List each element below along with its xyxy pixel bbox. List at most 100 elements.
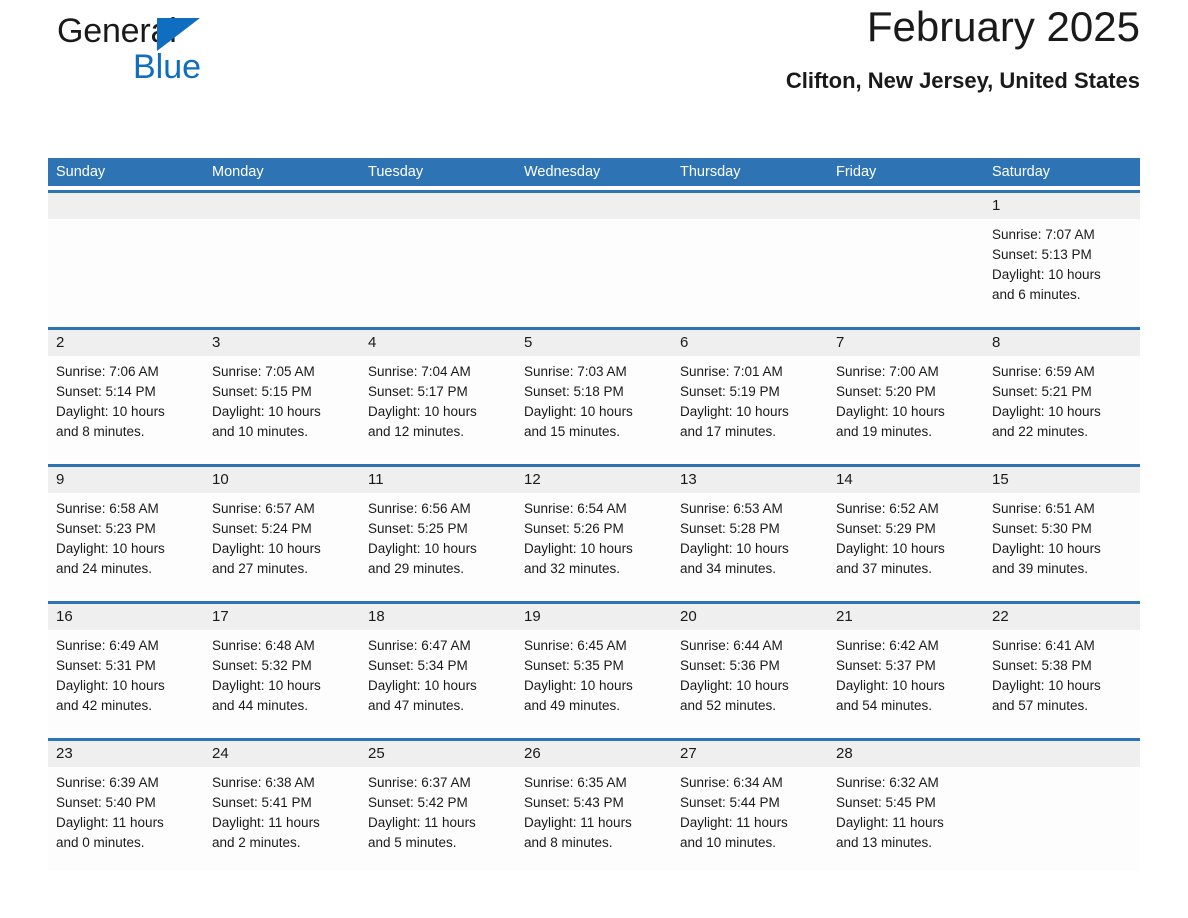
day-cell[interactable] [516,219,672,323]
day-cell[interactable]: Sunrise: 6:44 AM Sunset: 5:36 PM Dayligh… [672,630,828,734]
week-date-band: 16 17 18 19 20 21 22 [48,604,1140,630]
day-cell[interactable]: Sunrise: 7:06 AM Sunset: 5:14 PM Dayligh… [48,356,204,460]
logo-triangle-icon [157,18,200,51]
daylight-text-line1: Daylight: 10 hours [56,541,165,556]
day-number: 13 [680,471,697,488]
daylight-text-line2: and 39 minutes. [992,561,1089,576]
day-cell[interactable]: Sunrise: 7:07 AM Sunset: 5:13 PM Dayligh… [984,219,1140,323]
daylight-text-line1: Daylight: 10 hours [836,678,945,693]
sunset-text: Sunset: 5:19 PM [680,384,780,399]
sunset-text: Sunset: 5:42 PM [368,795,468,810]
daylight-text-line2: and 8 minutes. [56,424,145,439]
sunrise-text: Sunrise: 6:42 AM [836,638,939,653]
day-cell[interactable] [828,219,984,323]
daylight-text-line1: Daylight: 10 hours [56,404,165,419]
sunrise-text: Sunrise: 6:59 AM [992,364,1095,379]
day-cell[interactable]: Sunrise: 6:57 AM Sunset: 5:24 PM Dayligh… [204,493,360,597]
day-number: 9 [56,471,65,488]
calendar-grid: Sunday Monday Tuesday Wednesday Thursday… [48,158,1140,871]
daylight-text-line2: and 54 minutes. [836,698,933,713]
day-cell[interactable]: Sunrise: 6:53 AM Sunset: 5:28 PM Dayligh… [672,493,828,597]
daylight-text-line1: Daylight: 11 hours [56,815,164,830]
sunrise-text: Sunrise: 6:45 AM [524,638,627,653]
day-cell[interactable]: Sunrise: 6:51 AM Sunset: 5:30 PM Dayligh… [984,493,1140,597]
day-number: 21 [836,608,853,625]
sunrise-text: Sunrise: 6:44 AM [680,638,783,653]
day-cell[interactable]: Sunrise: 6:37 AM Sunset: 5:42 PM Dayligh… [360,767,516,871]
day-number: 28 [836,745,853,762]
sunrise-text: Sunrise: 6:34 AM [680,775,783,790]
daylight-text-line1: Daylight: 10 hours [680,404,789,419]
day-cell[interactable]: Sunrise: 6:47 AM Sunset: 5:34 PM Dayligh… [360,630,516,734]
day-cell[interactable]: Sunrise: 7:05 AM Sunset: 5:15 PM Dayligh… [204,356,360,460]
day-cell[interactable]: Sunrise: 6:54 AM Sunset: 5:26 PM Dayligh… [516,493,672,597]
day-cell[interactable]: Sunrise: 6:34 AM Sunset: 5:44 PM Dayligh… [672,767,828,871]
sunrise-text: Sunrise: 7:03 AM [524,364,627,379]
day-number: 18 [368,608,385,625]
sunset-text: Sunset: 5:44 PM [680,795,780,810]
sunrise-text: Sunrise: 6:48 AM [212,638,315,653]
day-cell[interactable]: Sunrise: 7:03 AM Sunset: 5:18 PM Dayligh… [516,356,672,460]
sunrise-text: Sunrise: 6:47 AM [368,638,471,653]
day-cell[interactable]: Sunrise: 6:41 AM Sunset: 5:38 PM Dayligh… [984,630,1140,734]
day-number [984,741,1140,767]
daylight-text-line2: and 24 minutes. [56,561,153,576]
sunrise-text: Sunrise: 6:39 AM [56,775,159,790]
week-row: 16 17 18 19 20 21 22 Sunrise: 6:49 AM Su… [48,601,1140,734]
daylight-text-line1: Daylight: 10 hours [992,267,1101,282]
day-number [828,193,984,219]
day-cell[interactable] [204,219,360,323]
sunrise-text: Sunrise: 6:56 AM [368,501,471,516]
day-cell[interactable]: Sunrise: 7:01 AM Sunset: 5:19 PM Dayligh… [672,356,828,460]
sunrise-text: Sunrise: 6:58 AM [56,501,159,516]
week-body-row: Sunrise: 6:58 AM Sunset: 5:23 PM Dayligh… [48,493,1140,597]
title-block: February 2025 Clifton, New Jersey, Unite… [786,0,1140,92]
daylight-text-line1: Daylight: 10 hours [992,541,1101,556]
day-cell[interactable]: Sunrise: 7:00 AM Sunset: 5:20 PM Dayligh… [828,356,984,460]
weekday-header-friday: Friday [836,164,877,180]
day-cell[interactable]: Sunrise: 6:48 AM Sunset: 5:32 PM Dayligh… [204,630,360,734]
day-cell[interactable]: Sunrise: 6:59 AM Sunset: 5:21 PM Dayligh… [984,356,1140,460]
day-number: 5 [524,334,533,351]
day-number: 17 [212,608,229,625]
weekday-header-wednesday: Wednesday [524,164,601,180]
sunset-text: Sunset: 5:30 PM [992,521,1092,536]
day-number [48,193,204,219]
page-title: February 2025 [866,3,1140,50]
daylight-text-line2: and 27 minutes. [212,561,309,576]
day-number [516,193,672,219]
daylight-text-line2: and 5 minutes. [368,835,457,850]
sunset-text: Sunset: 5:43 PM [524,795,624,810]
sunset-text: Sunset: 5:36 PM [680,658,780,673]
day-cell[interactable]: Sunrise: 6:56 AM Sunset: 5:25 PM Dayligh… [360,493,516,597]
week-body-row: Sunrise: 7:06 AM Sunset: 5:14 PM Dayligh… [48,356,1140,460]
day-cell[interactable]: Sunrise: 6:38 AM Sunset: 5:41 PM Dayligh… [204,767,360,871]
day-cell[interactable] [984,767,1140,871]
weekday-header-row: Sunday Monday Tuesday Wednesday Thursday… [48,158,1140,186]
sunrise-text: Sunrise: 6:53 AM [680,501,783,516]
sunset-text: Sunset: 5:29 PM [836,521,936,536]
daylight-text-line2: and 57 minutes. [992,698,1089,713]
day-cell[interactable] [360,219,516,323]
day-cell[interactable]: Sunrise: 6:52 AM Sunset: 5:29 PM Dayligh… [828,493,984,597]
day-number [360,193,516,219]
week-row: 23 24 25 26 27 28 Sunrise: 6:39 AM Sunse… [48,738,1140,871]
day-cell[interactable]: Sunrise: 6:58 AM Sunset: 5:23 PM Dayligh… [48,493,204,597]
day-cell[interactable]: Sunrise: 6:42 AM Sunset: 5:37 PM Dayligh… [828,630,984,734]
sunset-text: Sunset: 5:14 PM [56,384,156,399]
day-cell[interactable] [48,219,204,323]
daylight-text-line2: and 15 minutes. [524,424,621,439]
daylight-text-line1: Daylight: 10 hours [836,541,945,556]
day-cell[interactable]: Sunrise: 6:49 AM Sunset: 5:31 PM Dayligh… [48,630,204,734]
day-cell[interactable]: Sunrise: 6:45 AM Sunset: 5:35 PM Dayligh… [516,630,672,734]
day-cell[interactable]: Sunrise: 7:04 AM Sunset: 5:17 PM Dayligh… [360,356,516,460]
day-cell[interactable]: Sunrise: 6:32 AM Sunset: 5:45 PM Dayligh… [828,767,984,871]
daylight-text-line2: and 42 minutes. [56,698,153,713]
sunrise-text: Sunrise: 6:41 AM [992,638,1095,653]
page-header: General Blue February 2025 Clifton, New … [48,0,1140,110]
day-cell[interactable]: Sunrise: 6:39 AM Sunset: 5:40 PM Dayligh… [48,767,204,871]
day-cell[interactable]: Sunrise: 6:35 AM Sunset: 5:43 PM Dayligh… [516,767,672,871]
sunrise-text: Sunrise: 6:38 AM [212,775,315,790]
daylight-text-line1: Daylight: 10 hours [212,678,321,693]
day-cell[interactable] [672,219,828,323]
